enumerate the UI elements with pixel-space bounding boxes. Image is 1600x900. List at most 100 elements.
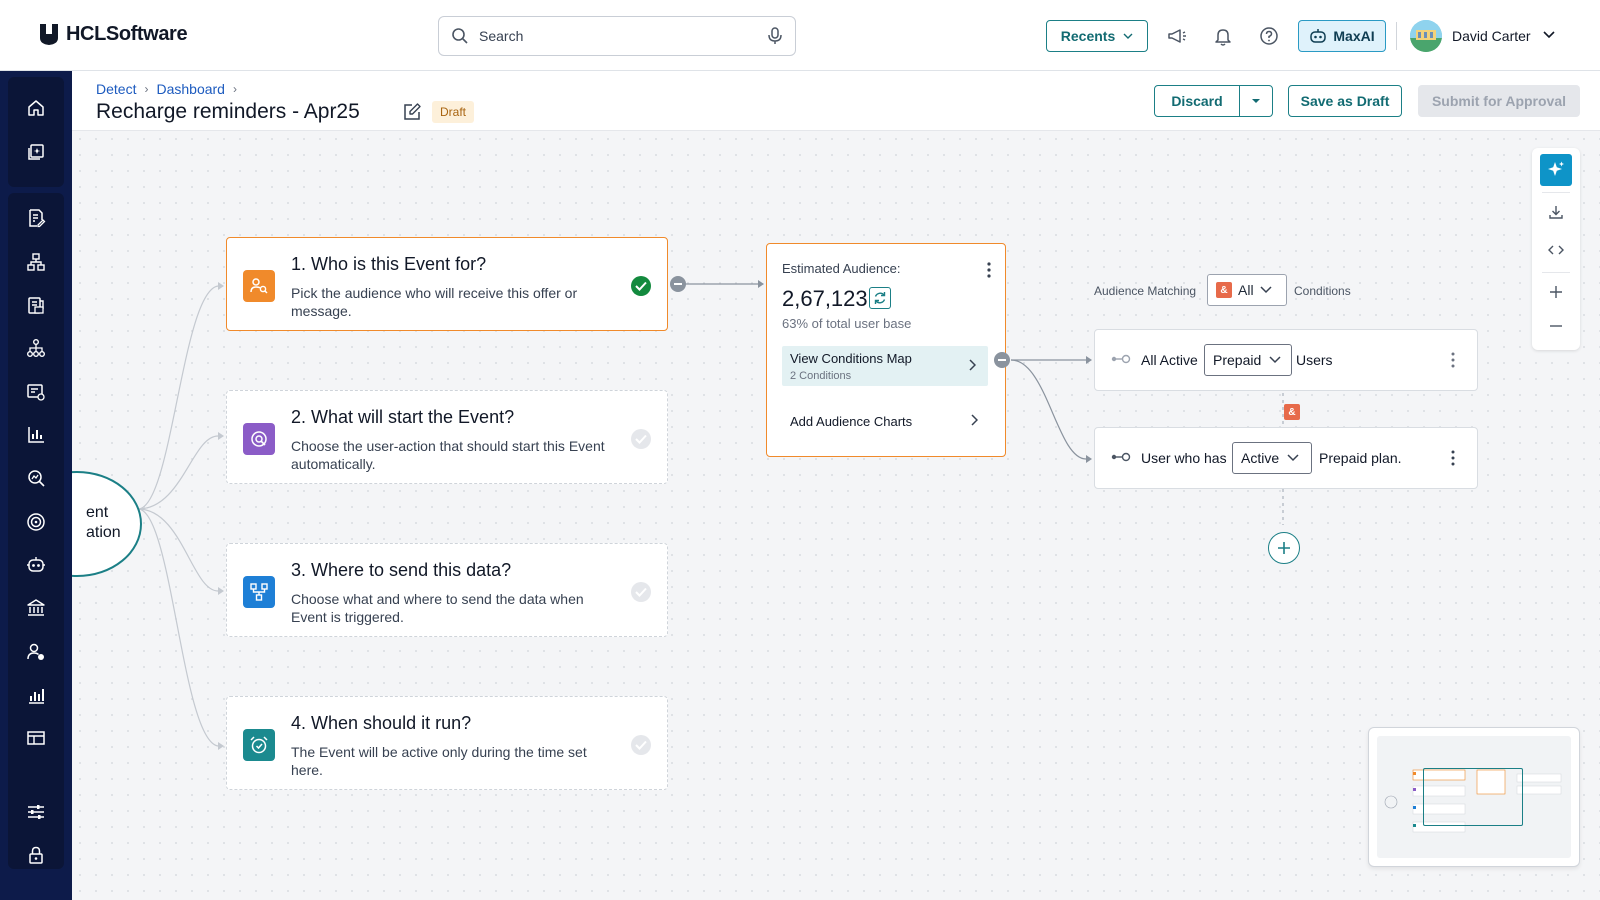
check-complete-icon xyxy=(631,276,651,296)
maxai-button[interactable]: MaxAI xyxy=(1298,20,1386,52)
chevron-down-icon[interactable] xyxy=(1542,27,1556,41)
conditions-label: Conditions xyxy=(1294,284,1351,298)
document-edit-icon[interactable] xyxy=(25,207,47,229)
breadcrumb-dashboard[interactable]: Dashboard xyxy=(156,81,225,97)
minus-icon xyxy=(674,283,682,285)
refresh-button[interactable] xyxy=(869,287,891,309)
search-bar[interactable]: Search xyxy=(438,16,796,56)
more-options-icon[interactable] xyxy=(1451,450,1455,466)
condition-select-value: Active xyxy=(1241,450,1280,466)
minimap[interactable] xyxy=(1368,727,1580,867)
breadcrumb: Detect › Dashboard › xyxy=(96,81,237,97)
microphone-icon[interactable] xyxy=(767,27,783,45)
download-button[interactable] xyxy=(1540,196,1572,228)
analytics-icon[interactable] xyxy=(25,684,47,706)
hierarchy-icon[interactable] xyxy=(25,337,47,359)
user-name[interactable]: David Carter xyxy=(1452,28,1531,44)
avatar[interactable] xyxy=(1410,20,1442,52)
home-icon[interactable] xyxy=(25,97,47,119)
chevron-down-icon xyxy=(1260,286,1272,294)
audience-matching-select[interactable]: & All xyxy=(1207,274,1287,306)
more-options-icon[interactable] xyxy=(1451,352,1455,368)
link-icon xyxy=(1111,452,1131,462)
step-card-destination[interactable]: 3. Where to send this data? Choose what … xyxy=(226,543,668,637)
bell-icon[interactable] xyxy=(1212,25,1234,47)
audience-count: 2,67,123 xyxy=(782,286,868,311)
zoom-out-button[interactable] xyxy=(1540,310,1572,342)
code-icon xyxy=(1548,245,1564,255)
trigger-icon xyxy=(243,423,275,455)
step-description: Choose the user-action that should start… xyxy=(291,438,605,472)
audience-label: Estimated Audience: xyxy=(782,261,901,276)
zoom-in-button[interactable] xyxy=(1540,276,1572,308)
flow-canvas[interactable]: ent ation 1. Who is this Event for? Pick… xyxy=(72,131,1600,900)
maxai-label: MaxAI xyxy=(1333,28,1375,44)
step-card-audience[interactable]: 1. Who is this Event for? Pick the audie… xyxy=(226,237,668,331)
list-settings-icon[interactable] xyxy=(25,381,47,403)
condition-select-value: Prepaid xyxy=(1213,352,1262,368)
refresh-icon xyxy=(874,292,886,304)
step-card-schedule[interactable]: 4. When should it run? The Event will be… xyxy=(226,696,668,790)
code-view-button[interactable] xyxy=(1540,234,1572,266)
bot-icon[interactable] xyxy=(25,554,47,576)
campaign-icon[interactable] xyxy=(25,141,47,163)
target-icon[interactable] xyxy=(25,511,47,533)
lock-icon[interactable] xyxy=(25,844,47,866)
minimap-preview xyxy=(1377,736,1571,858)
add-audience-charts-button[interactable]: Add Audience Charts xyxy=(790,414,912,429)
status-badge: Draft xyxy=(432,101,475,123)
report-icon[interactable] xyxy=(25,294,47,316)
megaphone-icon[interactable] xyxy=(1166,25,1188,47)
add-condition-button[interactable] xyxy=(1268,532,1300,564)
hcl-logo-icon xyxy=(40,24,58,45)
chevron-right-icon: › xyxy=(144,82,149,96)
org-chart-icon[interactable] xyxy=(25,251,47,273)
condition-select[interactable]: Prepaid xyxy=(1204,344,1292,376)
chevron-down-icon xyxy=(1287,454,1299,462)
submit-for-approval-button[interactable]: Submit for Approval xyxy=(1418,85,1580,117)
conditions-map-title: View Conditions Map xyxy=(790,351,912,366)
search-input[interactable]: Search xyxy=(479,28,757,44)
more-options-icon[interactable] xyxy=(987,262,991,278)
bar-chart-icon[interactable] xyxy=(25,424,47,446)
sliders-icon[interactable] xyxy=(25,801,47,823)
recents-button[interactable]: Recents xyxy=(1046,20,1148,52)
discard-button[interactable]: Discard xyxy=(1154,85,1240,117)
check-pending-icon xyxy=(631,735,651,755)
breadcrumb-detect[interactable]: Detect xyxy=(96,81,136,97)
page-header: Detect › Dashboard › Recharge reminders … xyxy=(72,71,1600,131)
edit-icon[interactable] xyxy=(402,102,422,122)
plus-icon xyxy=(1278,542,1290,554)
help-icon[interactable] xyxy=(1258,25,1280,47)
condition-suffix: Users xyxy=(1296,352,1333,368)
bank-icon[interactable] xyxy=(25,597,47,619)
save-as-draft-button[interactable]: Save as Draft xyxy=(1288,85,1402,117)
step-description: The Event will be active only during the… xyxy=(291,744,587,778)
page-title: Recharge reminders - Apr25 xyxy=(96,100,360,123)
ai-assist-button[interactable] xyxy=(1540,154,1572,186)
logo-text: HCLSoftware xyxy=(66,22,188,45)
table-icon[interactable] xyxy=(25,727,47,749)
link-icon xyxy=(1111,354,1131,364)
step-description: Choose what and where to send the data w… xyxy=(291,591,584,625)
divider xyxy=(1542,272,1570,273)
condition-select[interactable]: Active xyxy=(1232,442,1312,474)
conditions-count: 2 Conditions xyxy=(790,370,852,382)
and-operator-chip: & xyxy=(1284,404,1300,420)
step-card-trigger[interactable]: 2. What will start the Event? Choose the… xyxy=(226,390,668,484)
user-settings-icon[interactable] xyxy=(25,641,47,663)
minus-icon xyxy=(998,359,1006,361)
chevron-right-icon[interactable] xyxy=(970,414,978,426)
collapse-connector-button[interactable] xyxy=(994,352,1010,368)
top-bar: HCLSoftware Search Recents MaxAI David C… xyxy=(0,0,1600,71)
chevron-down-icon xyxy=(1269,356,1281,364)
discard-options-button[interactable] xyxy=(1239,85,1273,117)
minimap-viewport[interactable] xyxy=(1423,768,1523,826)
app-logo[interactable]: HCLSoftware xyxy=(38,22,188,46)
search-analytics-icon[interactable] xyxy=(25,467,47,489)
collapse-connector-button[interactable] xyxy=(670,276,686,292)
audience-matching-label: Audience Matching xyxy=(1094,284,1197,298)
sidebar-group-top xyxy=(8,77,64,187)
destination-icon xyxy=(243,576,275,608)
view-conditions-map-button[interactable]: View Conditions Map 2 Conditions xyxy=(782,346,988,386)
